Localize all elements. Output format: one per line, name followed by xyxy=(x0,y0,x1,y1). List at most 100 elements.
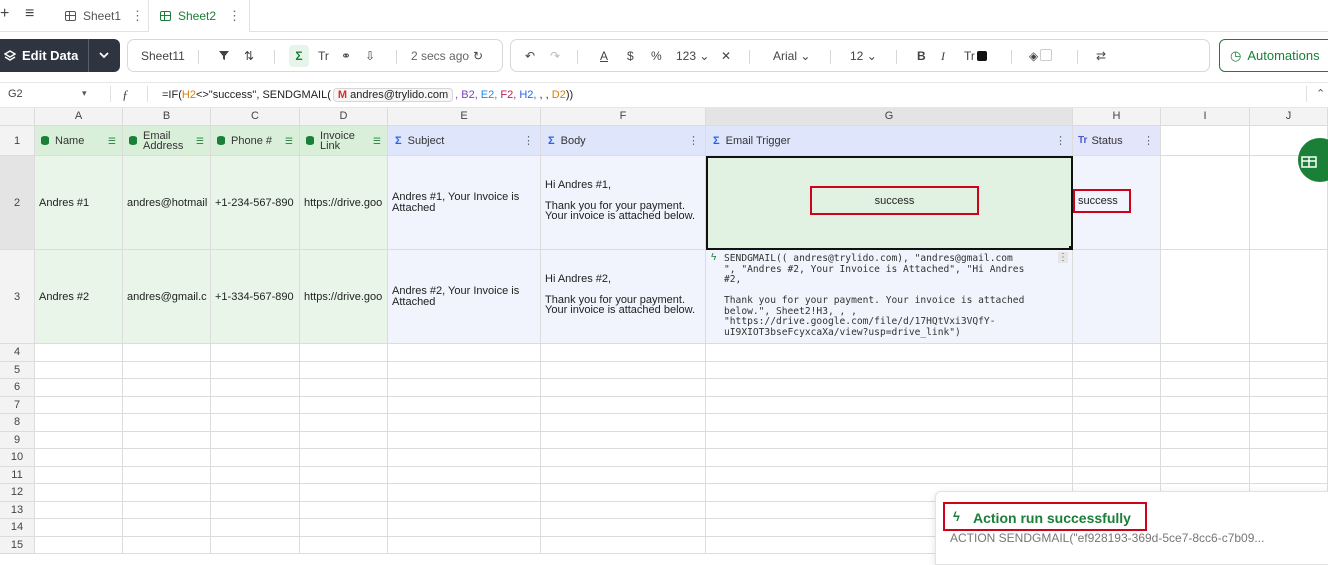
cell-email-trigger[interactable]: ϟ SENDGMAIL(( andres@trylido.com), "andr… xyxy=(706,250,1073,344)
cell[interactable] xyxy=(1250,344,1328,362)
cell[interactable] xyxy=(541,519,706,537)
cell[interactable] xyxy=(1250,449,1328,467)
column-menu-icon[interactable]: ⋮ xyxy=(1143,134,1154,147)
cell[interactable] xyxy=(123,501,211,519)
cell-email-trigger-selected[interactable]: success xyxy=(706,156,1073,250)
automations-button[interactable]: ◷ Automations xyxy=(1219,39,1328,72)
cell[interactable] xyxy=(1073,466,1161,484)
cell[interactable] xyxy=(35,379,123,397)
cell[interactable] xyxy=(541,379,706,397)
filter-icon[interactable]: ☰ xyxy=(373,136,381,147)
cell[interactable] xyxy=(1250,414,1328,432)
cell[interactable] xyxy=(300,449,388,467)
column-header-d[interactable]: D xyxy=(300,108,388,126)
grid-corner[interactable] xyxy=(0,108,35,126)
cell[interactable] xyxy=(1161,126,1250,156)
cell[interactable] xyxy=(1161,466,1250,484)
cell[interactable] xyxy=(35,449,123,467)
tab-menu-icon[interactable]: ⋮ xyxy=(131,8,144,24)
cell[interactable] xyxy=(211,344,300,362)
cell[interactable] xyxy=(1250,466,1328,484)
text-color-button[interactable]: Tr xyxy=(964,48,987,64)
cell[interactable] xyxy=(388,484,541,502)
cell[interactable] xyxy=(541,361,706,379)
cell[interactable] xyxy=(541,414,706,432)
tab-menu-icon[interactable]: ⋮ xyxy=(228,8,241,24)
chevron-down-icon[interactable] xyxy=(97,46,111,64)
cell[interactable] xyxy=(541,344,706,362)
filter-icon[interactable] xyxy=(218,48,230,64)
cell[interactable] xyxy=(211,449,300,467)
cell[interactable] xyxy=(1161,344,1250,362)
cell[interactable] xyxy=(541,466,706,484)
column-header-a[interactable]: A xyxy=(35,108,123,126)
link-icon[interactable]: ⚭ xyxy=(341,48,351,64)
currency-button[interactable]: $ xyxy=(627,48,634,64)
cell[interactable] xyxy=(1073,431,1161,449)
cell[interactable] xyxy=(706,414,1073,432)
cell-email[interactable]: andres@hotmail xyxy=(123,156,211,250)
cell[interactable] xyxy=(706,396,1073,414)
cell[interactable] xyxy=(35,361,123,379)
cell[interactable] xyxy=(123,414,211,432)
column-menu-icon[interactable]: ⋮ xyxy=(688,134,699,147)
header-cell-email[interactable]: Email Address ☰ xyxy=(123,126,211,156)
column-header-c[interactable]: C xyxy=(211,108,300,126)
header-cell-phone[interactable]: Phone # ☰ xyxy=(211,126,300,156)
cell[interactable] xyxy=(1161,414,1250,432)
header-cell-invoice[interactable]: Invoice Link ☰ xyxy=(300,126,388,156)
column-menu-icon[interactable]: ⋮ xyxy=(523,134,534,147)
cell-subject[interactable]: Andres #2, Your Invoice is Attached xyxy=(388,250,541,344)
cell[interactable] xyxy=(300,344,388,362)
cell[interactable] xyxy=(35,466,123,484)
font-size-dropdown[interactable]: 12 ⌄ xyxy=(850,48,877,64)
cell[interactable] xyxy=(35,396,123,414)
header-cell-name[interactable]: Name ☰ xyxy=(35,126,123,156)
cell[interactable] xyxy=(211,501,300,519)
cell[interactable] xyxy=(388,396,541,414)
cell[interactable] xyxy=(300,414,388,432)
cell[interactable] xyxy=(1161,379,1250,397)
sort-icon[interactable]: ⇅ xyxy=(244,48,254,64)
cell[interactable] xyxy=(541,501,706,519)
cell[interactable] xyxy=(706,466,1073,484)
column-type-icon[interactable]: ⇩ xyxy=(365,48,375,64)
cell[interactable] xyxy=(1250,396,1328,414)
cell[interactable] xyxy=(35,431,123,449)
cell[interactable] xyxy=(123,431,211,449)
cell[interactable] xyxy=(388,431,541,449)
cell[interactable] xyxy=(35,501,123,519)
cell-invoice-link[interactable]: https://drive.goo xyxy=(300,250,388,344)
cell[interactable] xyxy=(123,466,211,484)
row-header[interactable]: 10 xyxy=(0,449,35,467)
cell[interactable] xyxy=(388,519,541,537)
row-header[interactable]: 7 xyxy=(0,396,35,414)
cell[interactable] xyxy=(35,484,123,502)
cell[interactable] xyxy=(35,519,123,537)
cell[interactable] xyxy=(123,484,211,502)
cell[interactable] xyxy=(388,344,541,362)
cell-name[interactable]: Andres #1 xyxy=(35,156,123,250)
column-header-j[interactable]: J xyxy=(1250,108,1328,126)
cell-menu-icon[interactable]: ⋮ xyxy=(1058,252,1068,263)
filter-icon[interactable]: ☰ xyxy=(285,136,293,147)
redo-icon[interactable]: ↷ xyxy=(550,48,560,64)
header-cell-body[interactable]: Σ Body ⋮ xyxy=(541,126,706,156)
cell[interactable] xyxy=(123,396,211,414)
strikethrough-icon[interactable]: A xyxy=(600,48,608,64)
cell-status[interactable]: success xyxy=(1073,156,1161,250)
cell[interactable] xyxy=(300,466,388,484)
chevron-down-icon[interactable]: ▾ xyxy=(82,88,87,99)
cell[interactable] xyxy=(300,501,388,519)
cell[interactable] xyxy=(300,379,388,397)
cell-status[interactable] xyxy=(1073,250,1161,344)
row-header[interactable]: 11 xyxy=(0,466,35,484)
cell[interactable] xyxy=(211,519,300,537)
wrap-text-icon[interactable]: ⇄ xyxy=(1096,48,1106,64)
column-header-e[interactable]: E xyxy=(388,108,541,126)
header-cell-status[interactable]: Tr Status ⋮ xyxy=(1073,126,1161,156)
column-header-g[interactable]: G xyxy=(706,108,1073,126)
row-header[interactable]: 1 xyxy=(0,126,35,156)
cell[interactable] xyxy=(35,344,123,362)
cell-name[interactable]: Andres #2 xyxy=(35,250,123,344)
